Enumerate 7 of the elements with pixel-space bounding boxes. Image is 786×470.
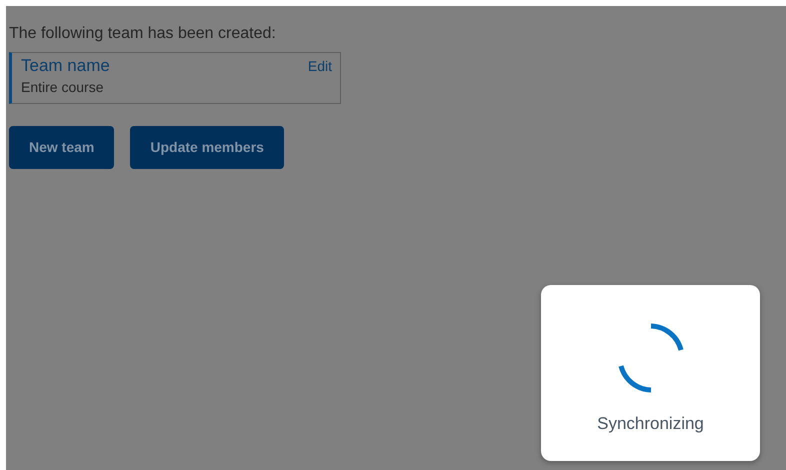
update-members-button[interactable]: Update members [130,126,284,169]
edit-link[interactable]: Edit [308,56,332,77]
message-text: The following team has been created: [9,24,277,44]
status-text: Synchronizing [597,413,704,435]
team-name: Team name [21,56,110,76]
new-team-button[interactable]: New team [9,126,114,169]
team-scope: Entire course [21,78,104,97]
